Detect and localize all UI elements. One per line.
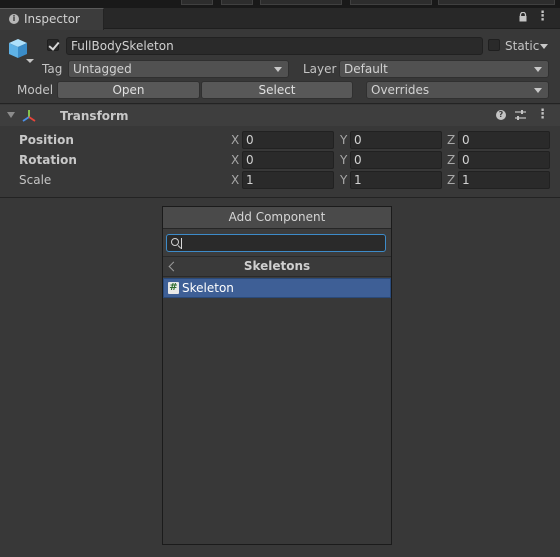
tab-label: Inspector [24,12,80,26]
rotation-label: Rotation [19,153,77,167]
axis-y-label: Y [340,173,348,187]
scale-label: Scale [19,173,52,187]
rotation-x-field[interactable]: 0 [242,151,334,169]
chevron-down-icon [534,67,542,72]
more-options-icon[interactable]: ⋮ [536,10,549,23]
search-icon [171,238,179,246]
axis-z-label: Z [447,153,456,167]
presets-sliders-icon[interactable] [515,109,526,121]
foldout-arrow-icon[interactable] [7,112,15,118]
static-label: Static [505,39,540,53]
axis-z-label: Z [447,133,456,147]
component-search-input[interactable] [166,234,386,252]
tag-dropdown[interactable]: Untagged [68,60,289,78]
position-x-field[interactable]: 0 [242,131,334,149]
chevron-down-icon [274,67,282,72]
tag-value: Untagged [73,62,132,76]
tab-inspector[interactable]: i Inspector [0,8,104,30]
model-label: Model [17,83,54,97]
axis-y-label: Y [340,133,348,147]
axis-x-label: X [231,173,240,187]
layer-value: Default [344,62,388,76]
rotation-z-field[interactable]: 0 [458,151,550,169]
scale-x-field[interactable]: 1 [242,171,334,189]
static-checkbox[interactable] [488,39,500,51]
help-icon[interactable]: ? [496,110,506,120]
layer-dropdown[interactable]: Default [339,60,549,78]
tag-label: Tag [42,62,63,76]
add-component-button[interactable]: Add Component [163,207,391,229]
divider [0,103,560,104]
toolbar-strip [0,0,560,8]
axis-y-label: Y [340,153,348,167]
list-item-skeleton[interactable]: # Skeleton [163,278,391,298]
position-label: Position [19,133,74,147]
position-y-field[interactable]: 0 [350,131,442,149]
static-dropdown-arrow-icon[interactable] [540,44,548,49]
component-menu-icon[interactable]: ⋮ [536,108,549,121]
open-button[interactable]: Open [57,81,200,99]
scale-z-field[interactable]: 1 [458,171,550,189]
script-hash-icon: # [168,282,179,294]
transform-axes-icon [22,110,36,122]
object-name-field[interactable]: FullBodySkeleton [66,37,483,55]
chevron-down-icon [534,88,542,93]
list-item-label: Skeleton [182,281,234,295]
info-icon: i [9,14,19,24]
component-list [163,298,391,544]
axis-x-label: X [231,133,240,147]
text-caret [181,238,182,249]
overrides-dropdown[interactable]: Overrides [366,81,549,99]
category-title: Skeletons [243,259,311,273]
category-breadcrumb: Skeletons [163,256,391,277]
select-button[interactable]: Select [201,81,353,99]
rotation-y-field[interactable]: 0 [350,151,442,169]
layer-label: Layer [303,62,337,76]
prefab-cube-icon[interactable] [6,37,36,65]
axis-z-label: Z [447,173,456,187]
lock-icon[interactable] [518,12,528,22]
position-z-field[interactable]: 0 [458,131,550,149]
axis-x-label: X [231,153,240,167]
transform-title: Transform [60,109,129,123]
overrides-value: Overrides [371,83,430,97]
active-checkbox[interactable] [47,39,59,51]
scale-y-field[interactable]: 1 [350,171,442,189]
divider [0,197,560,198]
